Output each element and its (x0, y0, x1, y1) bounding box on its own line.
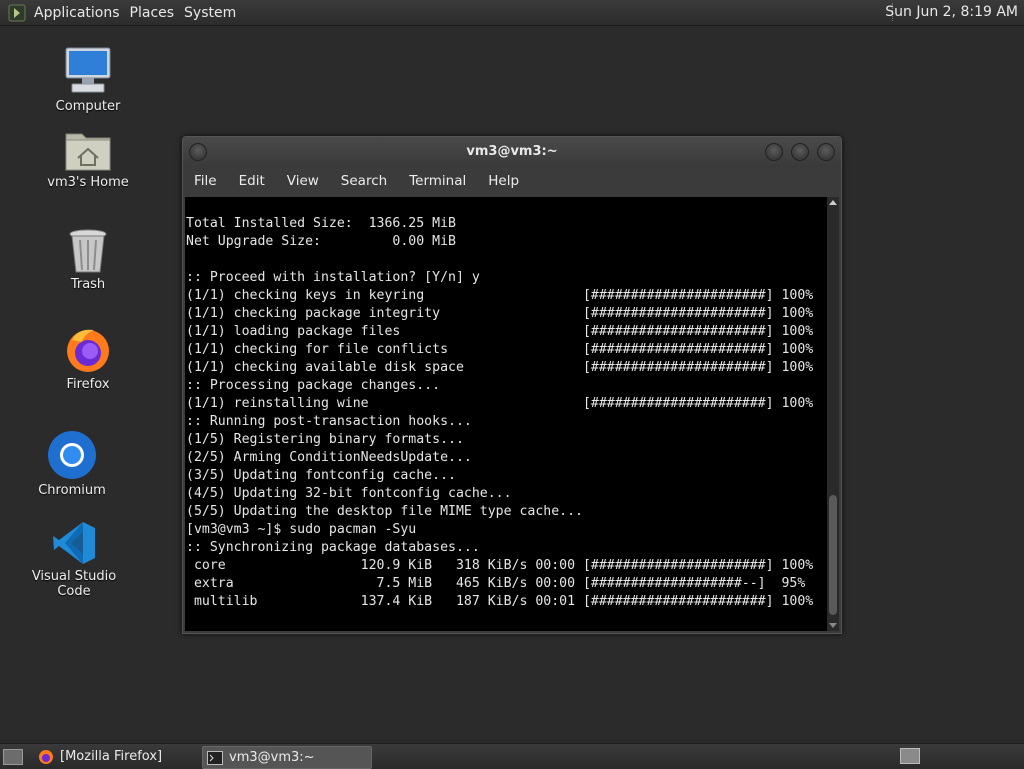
terminal-output-area[interactable]: Total Installed Size: 1366.25 MiB Net Up… (185, 197, 827, 631)
menu-places[interactable]: Places (130, 5, 175, 21)
desktop-icon-label: Visual Studio Code (31, 569, 117, 599)
terminal-line: :: Synchronizing package databases... (186, 540, 480, 555)
computer-icon (65, 47, 111, 93)
terminal-line: (1/1) checking package integrity [######… (186, 306, 814, 321)
terminal-icon (207, 750, 223, 765)
applications-logo-icon[interactable] (8, 4, 26, 22)
taskbar-item-label: [Mozilla Firefox] (60, 749, 163, 764)
terminal-line: (5/5) Updating the desktop file MIME typ… (186, 504, 583, 519)
terminal-line: :: Proceed with installation? [Y/n] y (186, 270, 480, 285)
scroll-up-arrow-icon[interactable] (829, 200, 837, 205)
vscode-icon (53, 522, 95, 564)
close-button[interactable] (817, 143, 835, 161)
terminal-line: (1/1) loading package files [###########… (186, 324, 814, 339)
clock[interactable]: Sun Jun 2, 8:19 AM (885, 4, 1018, 20)
terminal-line: core 120.9 KiB 318 KiB/s 00:00 [########… (193, 558, 814, 573)
terminal-line: (2/5) Arming ConditionNeedsUpdate... (186, 450, 472, 465)
desktop-icon-label: Firefox (66, 377, 110, 392)
terminal-line: :: Processing package changes... (186, 378, 441, 393)
menu-view[interactable]: View (287, 173, 319, 189)
workspace-switcher[interactable] (900, 748, 920, 764)
terminal-line: [vm3@vm3 ~]$ sudo pacman -Syu (186, 522, 417, 537)
scroll-down-arrow-icon[interactable] (829, 623, 837, 628)
desktop-icon-label: Computer (55, 99, 121, 114)
terminal-menubar: File Edit View Search Terminal Help (183, 167, 841, 195)
taskbar-item-terminal[interactable]: vm3@vm3:~ (202, 746, 372, 769)
desktop-icon-home[interactable]: vm3's Home (28, 128, 148, 190)
terminal-line: Net Upgrade Size: 0.00 MiB (186, 234, 456, 249)
terminal-line: (1/1) checking keys in keyring [########… (186, 288, 814, 303)
home-folder-icon (65, 133, 111, 171)
desktop-icon-firefox[interactable]: Firefox (28, 326, 148, 392)
top-panel: Applications Places System Sun Jun 2, 8:… (0, 0, 1024, 26)
terminal-line: (3/5) Updating fontconfig cache... (186, 468, 456, 483)
window-titlebar[interactable]: vm3@vm3:~ (183, 137, 841, 167)
bottom-panel: [Mozilla Firefox] vm3@vm3:~ (0, 743, 1024, 769)
desktop-icon-label: Chromium (38, 483, 106, 498)
minimize-button[interactable] (765, 143, 783, 161)
terminal-line: :: Running post-transaction hooks... (186, 414, 472, 429)
menu-search[interactable]: Search (341, 173, 387, 189)
window-title: vm3@vm3:~ (466, 144, 558, 159)
terminal-line: (4/5) Updating 32-bit fontconfig cache..… (186, 486, 512, 501)
desktop-icon-chromium[interactable]: Chromium (12, 430, 132, 498)
trash-icon (69, 229, 107, 273)
chromium-icon (48, 431, 96, 479)
desktop-icon-vscode[interactable]: Visual Studio Code (14, 520, 134, 599)
terminal-line: (1/1) checking available disk space [###… (186, 360, 814, 375)
menu-help[interactable]: Help (488, 173, 519, 189)
show-desktop-button[interactable] (3, 749, 23, 765)
terminal-text: Total Installed Size: 1366.25 MiB Net Up… (186, 215, 813, 611)
terminal-line: (1/1) reinstalling wine [###############… (186, 396, 814, 411)
menu-edit[interactable]: Edit (239, 173, 265, 189)
terminal-window[interactable]: vm3@vm3:~ File Edit View Search Terminal… (182, 136, 842, 634)
terminal-line: multilib 137.4 KiB 187 KiB/s 00:01 [####… (186, 594, 814, 609)
taskbar-item-firefox[interactable]: [Mozilla Firefox] (34, 746, 198, 767)
menu-applications[interactable]: Applications (34, 5, 120, 21)
menu-system[interactable]: System (184, 5, 236, 21)
menu-terminal[interactable]: Terminal (409, 173, 466, 189)
desktop-icon-label: Trash (70, 277, 106, 292)
terminal-line: (1/1) checking for file conflicts [#####… (186, 342, 814, 357)
desktop-icon-label: vm3's Home (47, 175, 129, 190)
maximize-button[interactable] (791, 143, 809, 161)
terminal-line: (1/5) Registering binary formats... (186, 432, 464, 447)
desktop-icon-computer[interactable]: Computer (28, 44, 148, 114)
terminal-line: Total Installed Size: 1366.25 MiB (186, 216, 456, 231)
menu-file[interactable]: File (194, 173, 217, 189)
firefox-icon (39, 749, 53, 764)
terminal-scrollbar[interactable] (827, 197, 839, 631)
terminal-line: extra 7.5 MiB 465 KiB/s 00:00 [#########… (193, 576, 806, 591)
scrollbar-thumb[interactable] (829, 495, 837, 615)
firefox-icon (67, 329, 109, 372)
desktop-icon-trash[interactable]: Trash (28, 228, 148, 292)
taskbar-item-label: vm3@vm3:~ (229, 750, 315, 765)
